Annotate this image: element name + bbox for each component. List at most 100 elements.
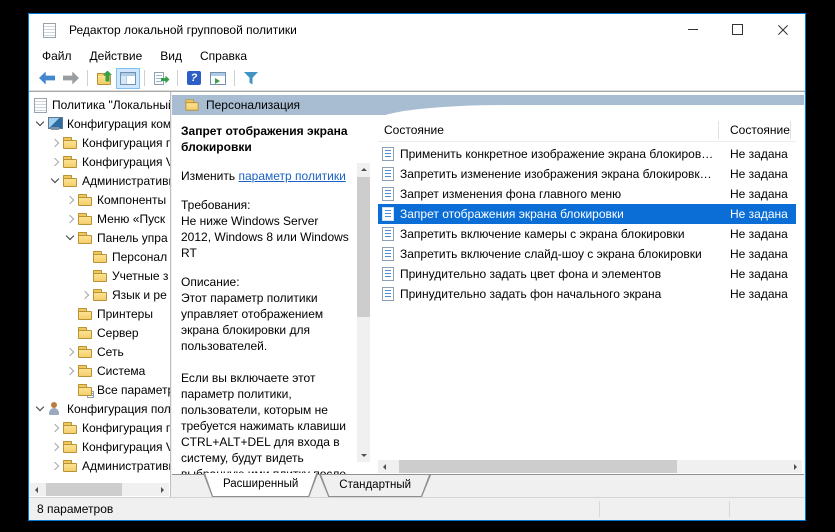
expander-collapsed-icon[interactable]	[64, 364, 77, 377]
app-window: Редактор локальной групповой политики Фа…	[28, 13, 806, 521]
tree-item[interactable]: Сеть	[30, 342, 170, 361]
tree-item[interactable]: Принтеры	[30, 304, 170, 323]
edit-policy-link[interactable]: параметр политики	[238, 169, 345, 183]
tree-item[interactable]: Все параметр	[30, 380, 170, 399]
tree-item-label: Панель упра	[97, 231, 168, 245]
show-console-tree-icon	[120, 72, 136, 85]
filter-button[interactable]	[239, 68, 263, 89]
folder-icon	[77, 326, 93, 340]
show-action-pane-button[interactable]	[206, 68, 230, 89]
policy-row[interactable]: Запрет изменения фона главного менюНе за…	[378, 184, 796, 204]
tree-item[interactable]: Конфигурация V	[30, 152, 170, 171]
tree-item[interactable]: Меню «Пуск	[30, 209, 170, 228]
expander-collapsed-icon[interactable]	[64, 212, 77, 225]
expander-placeholder	[64, 307, 77, 320]
policy-row[interactable]: Запретить изменение изображения экрана б…	[378, 164, 796, 184]
tree-item[interactable]: Панель упра	[30, 228, 170, 247]
column-header-state[interactable]: Состояние	[718, 118, 790, 142]
tab-standard[interactable]: Стандартный	[319, 475, 431, 497]
expander-expanded-icon[interactable]	[64, 231, 77, 244]
toolbar-separator	[177, 70, 178, 86]
show-console-tree-button[interactable]	[116, 68, 140, 89]
list-horizontal-scrollbar[interactable]	[378, 460, 802, 473]
tree-item[interactable]: Сервер	[30, 323, 170, 342]
policy-name: Применить конкретное изображение экрана …	[400, 147, 716, 161]
tree-item[interactable]: Конфигурация п	[30, 133, 170, 152]
scroll-left-arrow-icon[interactable]	[30, 483, 43, 496]
maximize-button[interactable]	[715, 14, 760, 45]
tree-item[interactable]: Компоненты	[30, 190, 170, 209]
folder-icon	[62, 136, 78, 150]
export-list-button[interactable]	[149, 68, 173, 89]
policy-row[interactable]: Запретить включение слайд-шоу с экрана б…	[378, 244, 796, 264]
menu-item-3[interactable]: Вид	[151, 47, 191, 65]
help-button[interactable]	[182, 68, 206, 89]
menu-item-1[interactable]: Файл	[33, 47, 81, 65]
export-list-icon	[154, 72, 164, 85]
scrollbar-thumb[interactable]	[46, 483, 122, 496]
close-button[interactable]	[760, 14, 805, 45]
tree-horizontal-scrollbar[interactable]	[30, 483, 169, 496]
expander-expanded-icon[interactable]	[34, 117, 47, 130]
expander-placeholder	[64, 326, 77, 339]
tree-item[interactable]: Учетные з	[30, 266, 170, 285]
tree-item[interactable]: Политика "Локальный	[30, 95, 170, 114]
tree-item-label: Система	[97, 364, 145, 378]
tree-item[interactable]: Конфигурация V	[30, 437, 170, 456]
tab-extended[interactable]: Расширенный	[203, 473, 318, 497]
expander-collapsed-icon[interactable]	[49, 136, 62, 149]
expander-collapsed-icon[interactable]	[49, 440, 62, 453]
folder-icon	[184, 98, 199, 111]
policy-name: Запрет отображения экрана блокировки	[400, 207, 716, 221]
expander-collapsed-icon[interactable]	[49, 459, 62, 472]
scroll-right-arrow-icon[interactable]	[156, 483, 169, 496]
toolbar	[29, 66, 805, 91]
tree-item[interactable]: Административн	[30, 171, 170, 190]
status-bar: 8 параметров	[29, 497, 805, 520]
scroll-down-arrow-icon[interactable]	[357, 449, 370, 462]
expander-collapsed-icon[interactable]	[49, 155, 62, 168]
expander-expanded-icon[interactable]	[34, 402, 47, 415]
tree-item[interactable]: Конфигурация поль	[30, 399, 170, 418]
scroll-left-arrow-icon[interactable]	[378, 460, 391, 473]
expander-collapsed-icon[interactable]	[64, 345, 77, 358]
expander-collapsed-icon[interactable]	[79, 288, 92, 301]
forward-icon	[63, 72, 79, 85]
menu-item-2[interactable]: Действие	[81, 47, 152, 65]
tree-item-label: Сеть	[97, 345, 124, 359]
tree-item[interactable]: Персонал	[30, 247, 170, 266]
policy-row[interactable]: Применить конкретное изображение экрана …	[378, 144, 796, 164]
tree-item[interactable]: Административн	[30, 456, 170, 475]
column-header-setting[interactable]: Состояние	[378, 118, 718, 142]
expander-collapsed-icon[interactable]	[64, 193, 77, 206]
policy-state: Не задана	[730, 287, 788, 301]
tree-item[interactable]: Конфигурация п	[30, 418, 170, 437]
forward-button[interactable]	[59, 68, 83, 89]
scrollbar-thumb[interactable]	[357, 177, 370, 317]
scroll-right-arrow-icon[interactable]	[789, 460, 802, 473]
menu-item-4[interactable]: Справка	[191, 47, 256, 65]
policy-row[interactable]: Принудительно задать цвет фона и элемент…	[378, 264, 796, 284]
tree-item[interactable]: Система	[30, 361, 170, 380]
detail-vertical-scrollbar[interactable]	[357, 163, 370, 462]
tree-item-label: Административн	[82, 459, 170, 473]
expander-collapsed-icon[interactable]	[49, 421, 62, 434]
back-button[interactable]	[35, 68, 59, 89]
up-one-level-button[interactable]	[92, 68, 116, 89]
policy-setting-icon	[382, 267, 394, 281]
policy-state: Не задана	[730, 147, 788, 161]
policy-row[interactable]: Принудительно задать фон начального экра…	[378, 284, 796, 304]
minimize-button[interactable]	[670, 14, 715, 45]
policy-row[interactable]: Запрет отображения экрана блокировкиНе з…	[378, 204, 796, 224]
expander-expanded-icon[interactable]	[49, 174, 62, 187]
scroll-up-arrow-icon[interactable]	[357, 163, 370, 176]
tree-item[interactable]: Конфигурация комп	[30, 114, 170, 133]
policy-row[interactable]: Запретить включение камеры с экрана блок…	[378, 224, 796, 244]
root-icon	[32, 98, 48, 112]
policy-name: Запретить изменение изображения экрана б…	[400, 167, 716, 181]
tree-item-label: Политика "Локальный	[52, 98, 170, 112]
scrollbar-thumb[interactable]	[399, 460, 677, 473]
view-tabs: РасширенныйСтандартный	[172, 474, 804, 497]
tree-item[interactable]: Язык и ре	[30, 285, 170, 304]
toolbar-separator	[87, 70, 88, 86]
